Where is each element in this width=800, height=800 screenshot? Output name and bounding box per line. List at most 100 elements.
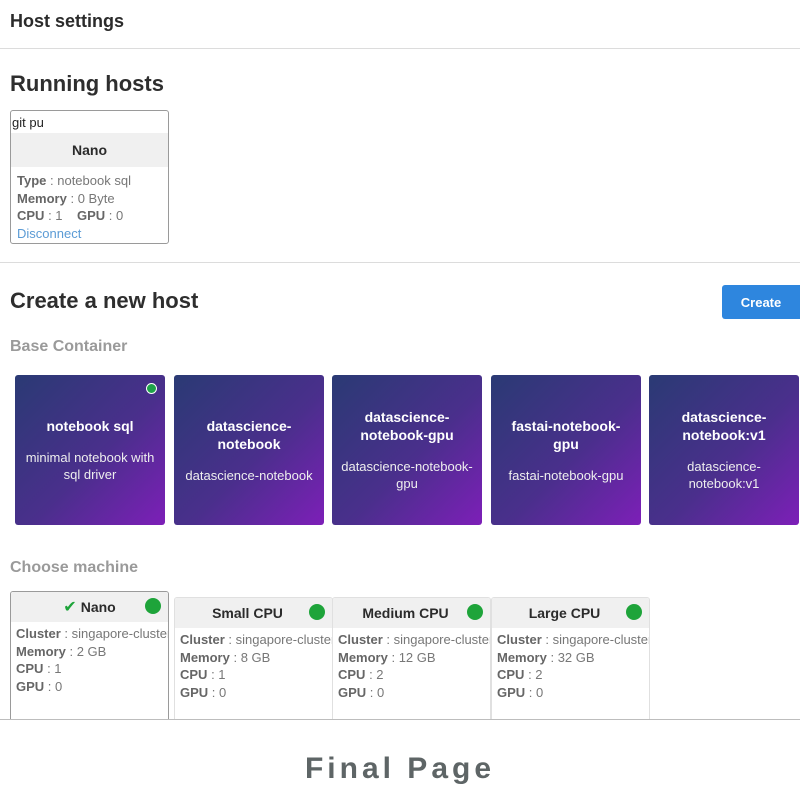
running-hosts-title: Running hosts [10,71,164,96]
container-name: datascience-notebook-gpu [360,409,454,443]
machine-cluster-label: Cluster [497,632,542,647]
machine-cpu-row: CPU : 2 [338,667,384,682]
page-title: Host settings [10,11,125,31]
machine-card-small-cpu[interactable]: Small CPU Cluster : singapore-cluster Me… [174,597,333,720]
host-memory-label: Memory [17,190,67,206]
running-host-card: Nano Type : notebook sql Memory : 0 Byte… [10,110,169,244]
container-name: fastai-notebook-gpu [511,417,621,452]
host-type-row: Type : notebook sql [17,173,131,188]
machine-memory-label: Memory [180,649,230,665]
container-card-fastai-notebook-gpu[interactable]: fastai-notebook-gpu fastai-notebook-gpu [491,375,641,525]
machine-gpu-value: 0 [219,684,227,700]
host-memory-row: Memory : 0 Byte [17,190,115,206]
machine-cluster-row: Cluster : singapore-cluster [180,631,332,649]
machine-memory-row: Memory : 32 GB [497,649,595,665]
machine-header: Large CPU [492,598,649,628]
machine-cpu-label: CPU [338,667,366,682]
machine-cpu-row: CPU : 2 [497,667,543,682]
container-desc: datascience-notebook-gpu [341,459,473,491]
check-icon: ✔ [63,599,77,616]
machine-cpu-label: CPU [180,667,208,682]
choose-machine-title: Choose machine [10,559,139,576]
create-button[interactable]: Create [722,285,800,319]
machine-cluster-label: Cluster [180,632,225,647]
container-name: datascience-notebook:v1 [681,409,767,443]
machine-gpu-value: 0 [536,684,544,700]
machine-gpu-row: GPU : 0 [180,684,227,700]
status-dot-icon [309,604,325,620]
machine-card-nano[interactable]: ✔ Nano Cluster : singapore-cluster Memor… [10,591,169,720]
container-name: notebook sql [46,418,134,434]
machine-cluster-row: Cluster : singapore-cluster [338,631,490,649]
machine-gpu-label: GPU [180,684,209,700]
machine-cluster-label: Cluster [16,626,61,641]
container-name: datascience-notebook [206,417,292,452]
machine-card-medium-cpu[interactable]: Medium CPU Cluster : singapore-cluster M… [332,597,491,720]
final-page-caption: Final Page [304,752,496,785]
machine-name: Small CPU [212,605,283,621]
machine-gpu-row: GPU : 0 [338,684,385,700]
host-cpu-value: 1 [55,208,63,223]
host-cpu-gpu-row: CPU : 1 GPU : 0 [17,208,124,223]
machine-cpu-label: CPU [497,667,525,682]
machine-cpu-value: 1 [218,667,226,682]
container-desc: datascience-notebook [185,467,313,483]
status-dot-icon [467,604,483,620]
machine-cluster-label-row: Cluster : singapore-cluster [16,625,168,643]
container-card-datascience-notebook-v1[interactable]: datascience-notebook:v1 datascience-note… [649,375,799,525]
machine-name: Nano [80,599,116,615]
machine-gpu-row: GPU : 0 [497,684,544,700]
machine-name: Medium CPU [362,605,449,621]
host-memory-value: 0 Byte [77,190,115,206]
container-desc: fastai-notebook-gpu [508,467,624,483]
machine-header: Small CPU [175,598,332,628]
machine-cpu-row: CPU : 1 [180,667,226,682]
machine-memory-row: Memory : 12 GB [338,649,436,665]
machine-cluster-value: singapore-cluster [235,632,333,647]
machine-cluster-value: singapore-cluster [71,626,169,641]
machine-memory-label: Memory [338,649,388,665]
machine-header: Medium CPU [333,598,490,628]
machine-memory-label: Memory [16,643,66,659]
machine-cpu-value: 2 [376,667,384,682]
container-card-datascience-notebook[interactable]: datascience-notebook datascience-noteboo… [174,375,324,525]
machine-gpu-label: GPU [16,678,45,694]
machine-cpu-label: CPU [16,661,44,676]
selected-indicator-icon [146,383,157,394]
machine-cpu-value: 2 [535,667,543,682]
machine-memory-value: 2 GB [76,643,107,659]
header-divider [0,48,800,49]
host-settings-screen: Host settings Running hosts Nano Type : … [0,0,800,720]
machine-gpu-label: GPU [338,684,367,700]
container-card-notebook-sql[interactable]: notebook sql minimal notebook with sql d… [15,375,165,525]
machine-cluster-label: Cluster [338,632,383,647]
host-type-label: Type [17,173,47,188]
machine-memory-value: 12 GB [398,649,436,665]
machine-memory-row: Memory : 8 GB [180,649,271,665]
host-gpu-label: GPU [76,208,106,223]
machine-header: ✔ Nano [11,592,168,622]
host-type-value: notebook sql [57,173,131,188]
machine-memory-label: Memory [497,649,547,665]
screenshot-bottom-border [0,719,800,720]
host-command-input[interactable] [11,113,168,131]
machine-name: Large CPU [528,605,601,621]
machine-card-large-cpu[interactable]: Large CPU Cluster : singapore-cluster Me… [491,597,650,720]
machine-memory-value: 32 GB [557,649,595,665]
status-dot-icon [626,604,642,620]
machine-gpu-value: 0 [377,684,385,700]
machine-cluster-value: singapore-cluster [393,632,491,647]
host-cpu-label: CPU [17,208,45,223]
base-container-title: Base Container [10,338,128,355]
machine-cpu-value: 1 [54,661,62,676]
running-host-name: Nano [11,133,168,167]
create-host-title: Create a new host [10,288,199,313]
container-desc: minimal notebook with sql driver [25,450,155,482]
section-divider [0,262,800,263]
container-desc: datascience-notebook:v1 [687,459,761,491]
status-dot-icon [145,598,161,614]
container-card-datascience-notebook-gpu[interactable]: datascience-notebook-gpu datascience-not… [332,375,482,525]
disconnect-link[interactable]: Disconnect [17,225,131,243]
machine-memory-row: Memory : 2 GB [16,643,107,659]
machine-cluster-value: singapore-cluster [552,632,650,647]
